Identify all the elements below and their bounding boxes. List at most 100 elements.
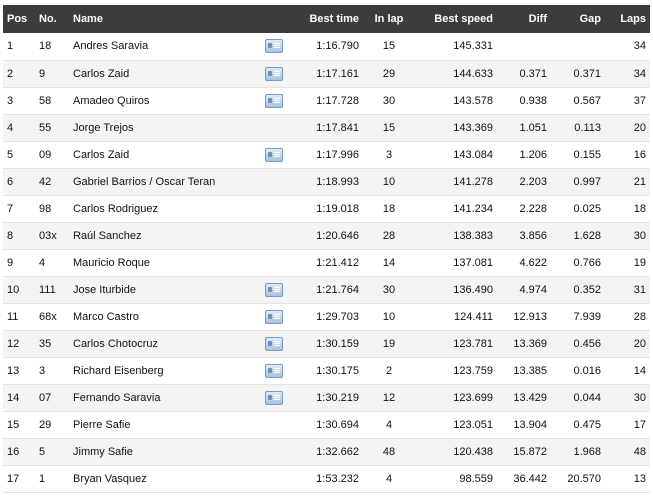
cell-icon [259, 195, 289, 222]
table-row[interactable]: 12 35 Carlos Chotocruz 1:30.159 19 123.781 13.… [3, 330, 650, 357]
table-row[interactable]: 10 111 Jose Iturbide 1:21.764 30 136.490 4.974… [3, 276, 650, 303]
cell-pos: 4 [7, 121, 14, 134]
cell-best-time: 1:30.219 [316, 391, 359, 404]
cell-gap: 0.475 [573, 418, 601, 431]
cell-pos: 16 [7, 445, 20, 458]
cell-driver-name: Jorge Trejos [73, 121, 134, 134]
cell-driver-name: Pierre Safie [73, 418, 131, 431]
table-row[interactable]: 14 07 Fernando Saravia 1:30.219 12 123.699 13.… [3, 384, 650, 411]
cell-driver-name: Jose Iturbide [73, 283, 136, 296]
col-header-name[interactable]: Name [69, 5, 259, 33]
driver-card-icon[interactable] [265, 39, 283, 54]
cell-gap: 0.025 [573, 202, 601, 215]
cell-pos: 12 [7, 337, 20, 350]
cell-pos: 15 [7, 418, 20, 431]
driver-card-icon[interactable] [265, 147, 283, 162]
table-row[interactable]: 1 18 Andres Saravia 1:16.790 15 145.331 34 [3, 33, 650, 60]
cell-driver-name: Richard Eisenberg [73, 364, 164, 377]
cell-diff: 12.913 [513, 310, 547, 323]
cell-diff: 2.228 [519, 202, 547, 215]
cell-driver-name: Fernando Saravia [73, 391, 161, 404]
cell-driver-name: Carlos Zaid [73, 148, 130, 161]
table-row[interactable]: 6 42 Gabriel Barrios / Oscar Teran 1:18.993… [3, 168, 650, 195]
cell-driver-name: Raúl Sanchez [73, 229, 142, 242]
col-header-in-lap[interactable]: In lap [363, 5, 415, 33]
cell-best-time: 1:30.694 [316, 418, 359, 431]
col-header-gap[interactable]: Gap [551, 5, 605, 33]
cell-driver-name: Carlos Rodriguez [73, 202, 158, 215]
table-row[interactable]: 2 9 Carlos Zaid 1:17.161 29 144.633 0.371 0.371… [3, 60, 650, 87]
cell-pos: 8 [7, 229, 14, 242]
driver-card-icon[interactable] [265, 93, 283, 108]
table-row[interactable]: 13 3 Richard Eisenberg 1:30.175 2 123.759 13.3… [3, 357, 650, 384]
cell-diff: 1.051 [519, 121, 547, 134]
cell-gap: 0.456 [573, 337, 601, 350]
cell-laps: 14 [633, 364, 646, 377]
col-header-icon [259, 5, 289, 33]
cell-laps: 19 [633, 256, 646, 269]
cell-icon [259, 114, 289, 141]
cell-pos: 10 [7, 283, 20, 296]
cell-pos: 3 [7, 94, 14, 107]
cell-car-number: 98 [39, 202, 52, 215]
driver-card-icon[interactable] [265, 66, 283, 81]
cell-gap: 0.567 [573, 94, 601, 107]
driver-card-icon[interactable] [265, 309, 283, 324]
col-header-pos[interactable]: Pos [3, 5, 35, 33]
table-row[interactable]: 11 68x Marco Castro 1:29.703 10 124.411 12.913… [3, 303, 650, 330]
table-row[interactable]: 17 1 Bryan Vasquez 1:53.232 4 98.559 36.442 20.… [3, 465, 650, 492]
cell-best-speed: 136.490 [453, 283, 493, 296]
cell-gap: 1.968 [573, 445, 601, 458]
col-header-no[interactable]: No. [35, 5, 69, 33]
cell-best-time: 1:53.232 [316, 472, 359, 485]
cell-icon [259, 411, 289, 438]
table-row[interactable]: 16 5 Jimmy Safie 1:32.662 48 120.438 15.872 1.9… [3, 438, 650, 465]
col-header-diff[interactable]: Diff [497, 5, 551, 33]
cell-driver-name: Carlos Zaid [73, 67, 130, 80]
cell-laps: 34 [633, 40, 646, 53]
cell-gap: 1.628 [573, 229, 601, 242]
cell-best-speed: 123.699 [453, 391, 493, 404]
cell-diff: 13.429 [513, 391, 547, 404]
col-header-best-time[interactable]: Best time [289, 5, 363, 33]
cell-laps: 34 [633, 67, 646, 80]
results-table: Pos No. Name Best time In lap Best speed… [3, 5, 650, 493]
cell-car-number: 35 [39, 337, 52, 350]
col-header-laps[interactable]: Laps [605, 5, 650, 33]
cell-laps: 28 [633, 310, 646, 323]
driver-card-icon[interactable] [265, 282, 283, 297]
table-row[interactable]: 8 03x Raúl Sanchez 1:20.646 28 138.383 3.856 1.… [3, 222, 650, 249]
cell-driver-name: Gabriel Barrios / Oscar Teran [73, 175, 216, 188]
cell-pos: 13 [7, 364, 20, 377]
cell-driver-name: Mauricio Roque [73, 256, 151, 269]
cell-car-number: 3 [39, 364, 46, 377]
table-row[interactable]: 15 29 Pierre Safie 1:30.694 4 123.051 13.904 0.… [3, 411, 650, 438]
cell-pos: 11 [7, 310, 19, 323]
cell-diff: 0.371 [519, 67, 547, 80]
table-row[interactable]: 9 4 Mauricio Roque 1:21.412 14 137.081 4.622 0.… [3, 249, 650, 276]
cell-gap: 0.113 [574, 121, 601, 134]
cell-laps: 18 [633, 202, 646, 215]
cell-car-number: 42 [39, 175, 52, 188]
cell-diff [497, 33, 551, 60]
cell-icon [259, 303, 289, 330]
table-row[interactable]: 4 55 Jorge Trejos 1:17.841 15 143.369 1.051 0.1… [3, 114, 650, 141]
table-row[interactable]: 5 09 Carlos Zaid 1:17.996 3 143.084 1.206 0.155… [3, 141, 650, 168]
cell-pos: 1 [7, 40, 14, 53]
cell-driver-name: Bryan Vasquez [73, 472, 147, 485]
table-row[interactable]: 3 58 Amadeo Quiros 1:17.728 30 143.578 0.938 0.… [3, 87, 650, 114]
table-row[interactable]: 7 98 Carlos Rodriguez 1:19.018 18 141.234 2.22… [3, 195, 650, 222]
driver-card-icon[interactable] [265, 390, 283, 405]
cell-pos: 2 [7, 67, 14, 80]
cell-gap: 0.155 [573, 148, 601, 161]
cell-car-number: 68x [39, 310, 57, 323]
cell-best-speed: 143.578 [453, 94, 493, 107]
driver-card-icon[interactable] [265, 363, 283, 378]
header-row: Pos No. Name Best time In lap Best speed… [3, 5, 650, 33]
cell-in-lap: 19 [382, 337, 396, 350]
cell-in-lap: 18 [382, 202, 396, 215]
col-header-best-speed[interactable]: Best speed [415, 5, 497, 33]
cell-diff: 13.369 [513, 337, 547, 350]
cell-icon [259, 276, 289, 303]
driver-card-icon[interactable] [265, 336, 283, 351]
